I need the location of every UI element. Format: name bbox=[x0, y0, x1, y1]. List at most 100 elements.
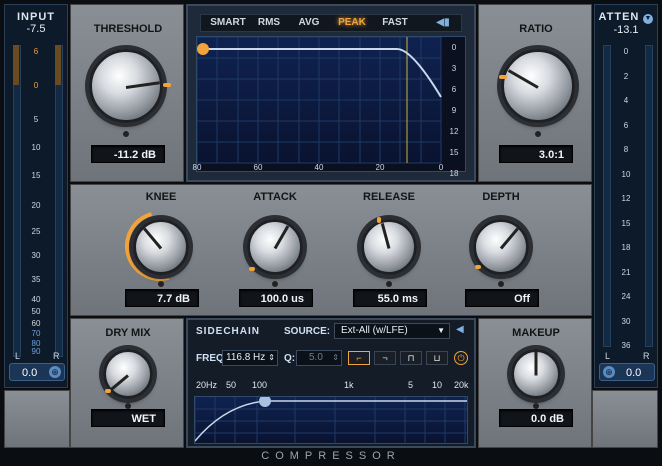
input-tick-label: 35 bbox=[31, 275, 41, 284]
notch-filter-icon[interactable]: ⊔ bbox=[426, 351, 448, 365]
sidechain-power-icon[interactable]: ⏻ bbox=[454, 351, 468, 365]
input-meter-right-bar bbox=[55, 45, 63, 357]
graph-y-tick-label: 3 bbox=[451, 64, 457, 73]
atten-meter-title: ATTEN ▼ bbox=[595, 11, 657, 24]
atten-dropdown-icon[interactable]: ▼ bbox=[643, 14, 654, 24]
q-stepper-icon[interactable]: ⇕ bbox=[332, 351, 339, 365]
graph-x-tick-label: 60 bbox=[253, 163, 263, 172]
atten-meter-right-bar bbox=[645, 45, 653, 347]
input-value: 0.0 bbox=[22, 367, 38, 379]
drymix-value[interactable]: WET bbox=[91, 409, 165, 427]
sidechain-freq-tick-label: 100 bbox=[252, 380, 268, 390]
release-knob-dot bbox=[386, 281, 392, 287]
graph-x-tick-label: 40 bbox=[314, 163, 324, 172]
depth-value[interactable]: Off bbox=[465, 289, 539, 307]
mode-rms-button[interactable]: RMS bbox=[253, 15, 285, 31]
release-label: RELEASE bbox=[363, 191, 415, 203]
atten-right-label: R bbox=[643, 351, 650, 361]
input-meter-left-bar bbox=[13, 45, 21, 357]
atten-link-icon[interactable]: ⊕ bbox=[603, 366, 615, 378]
mode-bar: SMART RMS AVG PEAK FAST ◀▮ bbox=[200, 14, 462, 32]
threshold-knob-pointer bbox=[125, 81, 160, 89]
bandpass-filter-icon[interactable]: ⊓ bbox=[400, 351, 422, 365]
atten-tick-label: 30 bbox=[621, 316, 631, 326]
graph-x-tick-label: 0 bbox=[438, 163, 444, 172]
threshold-value[interactable]: -11.2 dB bbox=[91, 145, 165, 163]
graph-y-tick-label: 9 bbox=[451, 106, 457, 115]
transfer-graph-svg bbox=[197, 37, 442, 164]
threshold-knob[interactable] bbox=[89, 49, 163, 123]
threshold-panel: THRESHOLD -11.2 dB bbox=[70, 4, 184, 182]
sidechain-speaker-icon[interactable]: ◀ bbox=[456, 324, 464, 335]
attack-knob-indicator bbox=[249, 267, 255, 271]
graph-y-tick-label: 6 bbox=[451, 85, 457, 94]
input-link-icon[interactable]: ⊕ bbox=[49, 366, 61, 378]
makeup-knob[interactable] bbox=[511, 349, 561, 399]
knee-knob[interactable] bbox=[133, 219, 189, 275]
makeup-value[interactable]: 0.0 dB bbox=[499, 409, 573, 427]
mode-smart-button[interactable]: SMART bbox=[209, 15, 247, 31]
atten-meter-left-bar bbox=[603, 45, 611, 347]
ratio-value[interactable]: 3.0:1 bbox=[499, 145, 573, 163]
graph-y-tick-label: 0 bbox=[451, 43, 457, 52]
curve-handle[interactable] bbox=[197, 43, 209, 55]
freq-stepper-icon[interactable]: ⇕ bbox=[268, 351, 275, 365]
makeup-panel: MAKEUP 0.0 dB bbox=[478, 318, 592, 448]
plugin-title: COMPRESSOR bbox=[261, 450, 401, 462]
lowpass-filter-icon[interactable]: ¬ bbox=[374, 351, 396, 365]
lower-left-strip bbox=[4, 390, 70, 448]
sidechain-freq-handle[interactable] bbox=[259, 397, 271, 407]
mode-avg-button[interactable]: AVG bbox=[293, 15, 325, 31]
makeup-knob-pointer bbox=[534, 351, 538, 376]
atten-tick-label: 36 bbox=[621, 341, 631, 350]
drymix-panel: DRY MIX WET bbox=[70, 318, 184, 448]
transfer-graph: 0 3 6 9 12 15 18 80 60 40 20 0 bbox=[193, 36, 466, 178]
knee-value[interactable]: 7.7 dB bbox=[125, 289, 199, 307]
atten-meter: ATTEN ▼ -13.1 0 2 4 6 8 10 12 15 18 21 24 30 36 L R … bbox=[594, 4, 658, 388]
lower-right-strip bbox=[592, 390, 658, 448]
ratio-knob[interactable] bbox=[501, 49, 575, 123]
attack-value[interactable]: 100.0 us bbox=[239, 289, 313, 307]
atten-tick-label: 21 bbox=[621, 267, 631, 277]
graph-x-tick-label: 80 bbox=[192, 163, 202, 172]
highpass-filter-icon[interactable]: ⌐ bbox=[348, 351, 370, 365]
atten-value-field[interactable]: ⊕ 0.0 bbox=[599, 363, 655, 381]
input-value-field[interactable]: 0.0 ⊕ bbox=[9, 363, 65, 381]
q-label: Q: bbox=[284, 353, 296, 364]
attack-knob-pointer bbox=[273, 225, 290, 250]
chevron-down-icon: ▼ bbox=[437, 326, 445, 335]
depth-knob[interactable] bbox=[473, 219, 529, 275]
input-tick-label: 50 bbox=[31, 307, 41, 316]
mode-peak-button[interactable]: PEAK bbox=[333, 15, 371, 31]
release-value[interactable]: 55.0 ms bbox=[353, 289, 427, 307]
q-field[interactable]: 5.0 ⇕ bbox=[296, 350, 342, 366]
atten-left-label: L bbox=[605, 351, 611, 361]
drymix-knob-pointer bbox=[108, 374, 129, 393]
atten-tick-label: 2 bbox=[623, 71, 629, 81]
depth-knob-pointer bbox=[499, 227, 519, 250]
source-value: Ext-All (w/LFE) bbox=[341, 325, 408, 336]
mode-fast-button[interactable]: FAST bbox=[379, 15, 411, 31]
source-label: SOURCE: bbox=[284, 326, 331, 337]
knee-knob-pointer bbox=[143, 227, 163, 250]
input-tick-label: 60 bbox=[31, 319, 41, 328]
speaker-icon[interactable]: ◀▮ bbox=[429, 15, 457, 31]
sidechain-freq-tick-label: 10 bbox=[432, 380, 443, 390]
atten-tick-label: 18 bbox=[621, 243, 631, 252]
input-tick-label: 30 bbox=[31, 251, 41, 260]
release-knob[interactable] bbox=[361, 219, 417, 275]
input-tick-label: 10 bbox=[31, 143, 41, 152]
atten-tick-label: 24 bbox=[621, 292, 631, 301]
freq-field[interactable]: 116.8 Hz ⇕ bbox=[222, 350, 278, 366]
sidechain-title: SIDECHAIN bbox=[196, 326, 261, 337]
sidechain-freq-tick-label: 20k bbox=[454, 380, 469, 390]
input-meter-hot-zone bbox=[13, 45, 19, 85]
ratio-knob-indicator bbox=[499, 75, 507, 79]
sidechain-freq-tick-label: 20Hz bbox=[196, 380, 218, 390]
depth-knob-dot bbox=[498, 281, 504, 287]
source-select[interactable]: Ext-All (w/LFE) ▼ bbox=[334, 323, 450, 339]
input-peak-value: -7.5 bbox=[26, 23, 46, 35]
threshold-label: THRESHOLD bbox=[93, 23, 163, 35]
input-left-label: L bbox=[15, 351, 21, 361]
attack-knob[interactable] bbox=[247, 219, 303, 275]
